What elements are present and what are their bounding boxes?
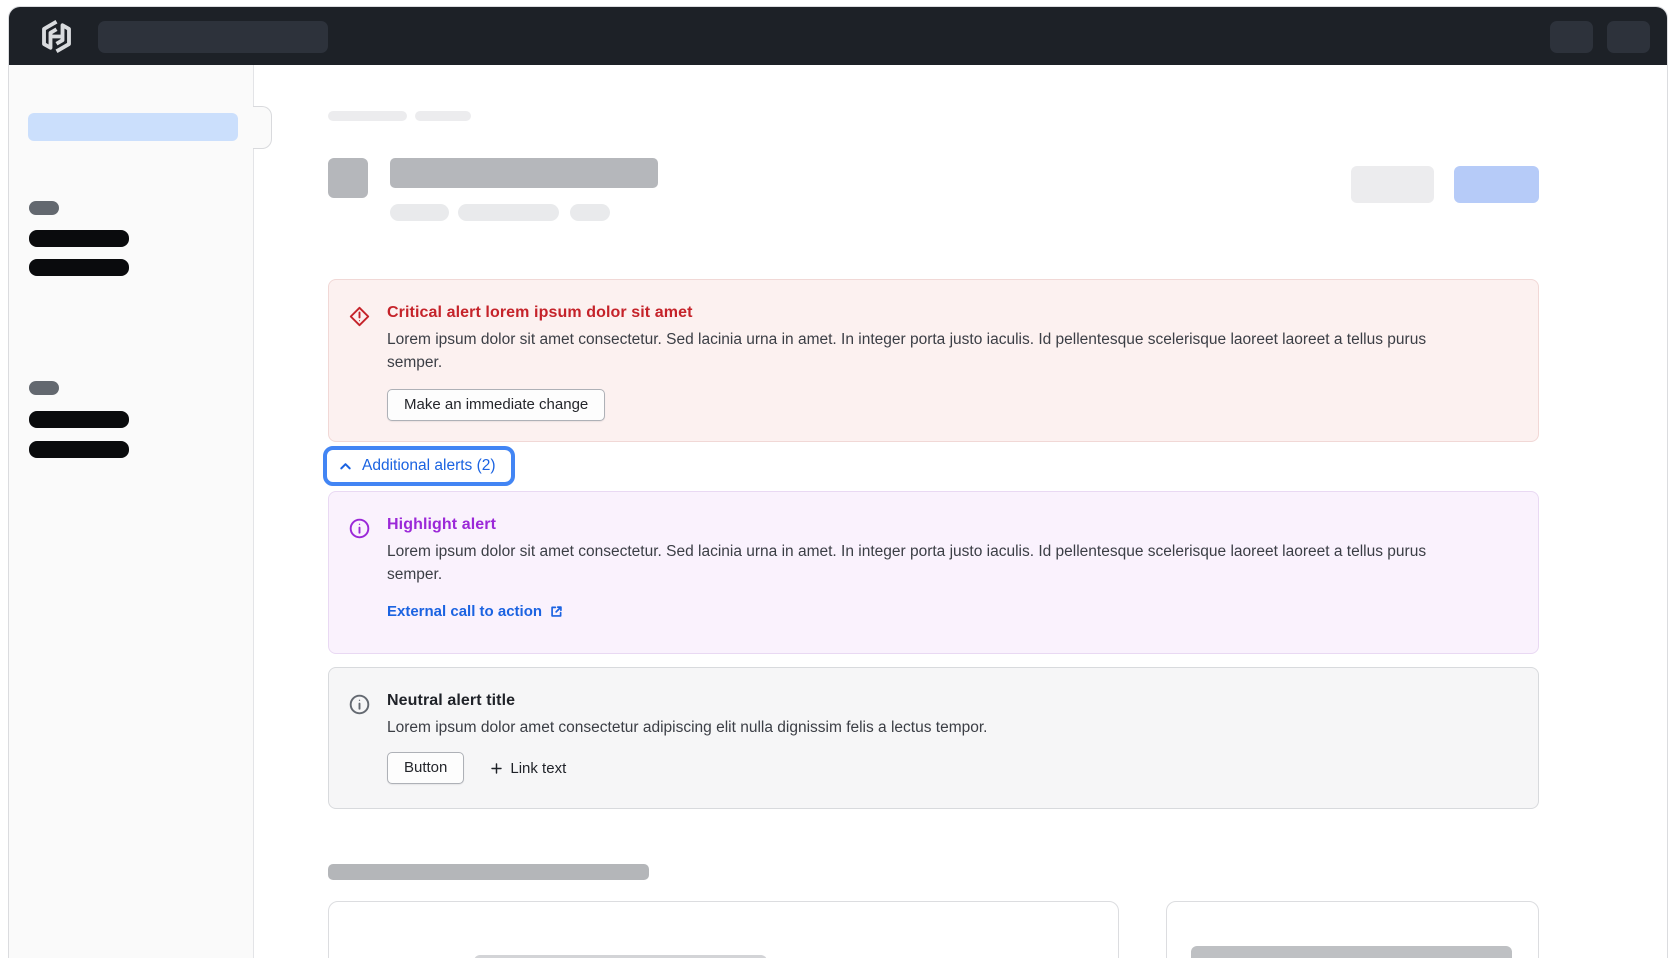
page-meta-skeleton <box>390 204 449 221</box>
app-window: Critical alert lorem ipsum dolor sit ame… <box>8 6 1668 958</box>
critical-alert-title: Critical alert lorem ipsum dolor sit ame… <box>387 304 1437 322</box>
neutral-alert-link[interactable]: Link text <box>490 760 566 777</box>
content-card <box>328 901 1119 958</box>
sidebar-item-skeleton <box>29 230 129 247</box>
critical-alert-body: Lorem ipsum dolor sit amet consectetur. … <box>387 328 1437 374</box>
neutral-alert-body: Lorem ipsum dolor amet consectetur adipi… <box>387 716 987 739</box>
sidebar-item-skeleton <box>29 259 129 276</box>
neutral-alert-content: Neutral alert title Lorem ipsum dolor am… <box>387 692 987 808</box>
neutral-alert-actions: Button Link text <box>387 752 987 784</box>
top-navigation <box>9 7 1667 65</box>
page-content: Critical alert lorem ipsum dolor sit ame… <box>328 65 1539 958</box>
page-icon-skeleton <box>328 158 368 198</box>
highlight-alert-link-label: External call to action <box>387 603 542 620</box>
nav-action-skeleton <box>1607 21 1650 53</box>
section-title-skeleton <box>328 864 649 880</box>
page-meta-skeleton <box>458 204 559 221</box>
neutral-alert-button[interactable]: Button <box>387 752 464 784</box>
highlight-alert-content: Highlight alert Lorem ipsum dolor sit am… <box>387 516 1437 653</box>
page-title-skeleton <box>390 158 658 188</box>
sidebar <box>9 65 254 958</box>
primary-button-skeleton <box>1454 166 1539 203</box>
highlight-alert: Highlight alert Lorem ipsum dolor sit am… <box>328 491 1539 654</box>
screen: Critical alert lorem ipsum dolor sit ame… <box>0 0 1672 958</box>
nav-action-skeleton <box>1550 21 1593 53</box>
hashicorp-logo-icon[interactable] <box>38 18 75 55</box>
highlight-alert-external-link[interactable]: External call to action <box>387 603 564 620</box>
highlight-alert-title: Highlight alert <box>387 516 1437 534</box>
breadcrumb-skeleton <box>328 111 407 121</box>
sidebar-item-skeleton <box>29 411 129 428</box>
chevron-up-icon <box>338 459 353 474</box>
sidebar-collapse-handle[interactable] <box>253 106 272 149</box>
critical-alert-action-button[interactable]: Make an immediate change <box>387 389 605 421</box>
sidebar-selected-item-skeleton <box>28 113 238 141</box>
page-meta-skeleton <box>570 204 610 221</box>
sidebar-group-label-skeleton <box>29 201 59 215</box>
sidebar-group-label-skeleton <box>29 381 59 395</box>
neutral-alert: Neutral alert title Lorem ipsum dolor am… <box>328 667 1539 809</box>
card-content-skeleton <box>1191 946 1512 958</box>
content-card <box>1166 901 1539 958</box>
neutral-alert-title: Neutral alert title <box>387 692 987 710</box>
critical-alert-content: Critical alert lorem ipsum dolor sit ame… <box>387 304 1437 441</box>
secondary-button-skeleton <box>1351 166 1434 203</box>
external-link-icon <box>549 604 564 619</box>
additional-alerts-toggle-label: Additional alerts (2) <box>362 457 496 475</box>
sidebar-item-skeleton <box>29 441 129 458</box>
breadcrumb-skeleton <box>415 111 471 121</box>
critical-alert: Critical alert lorem ipsum dolor sit ame… <box>328 279 1539 442</box>
additional-alerts-toggle[interactable]: Additional alerts (2) <box>323 446 515 486</box>
neutral-alert-link-label: Link text <box>510 760 566 777</box>
frame-body: Critical alert lorem ipsum dolor sit ame… <box>9 65 1667 958</box>
alert-diamond-icon <box>348 305 371 328</box>
info-circle-icon <box>348 693 371 716</box>
info-circle-icon <box>348 517 371 540</box>
nav-search-skeleton <box>98 21 328 53</box>
plus-icon <box>490 762 503 775</box>
highlight-alert-body: Lorem ipsum dolor sit amet consectetur. … <box>387 540 1437 586</box>
main-area: Critical alert lorem ipsum dolor sit ame… <box>254 65 1667 958</box>
